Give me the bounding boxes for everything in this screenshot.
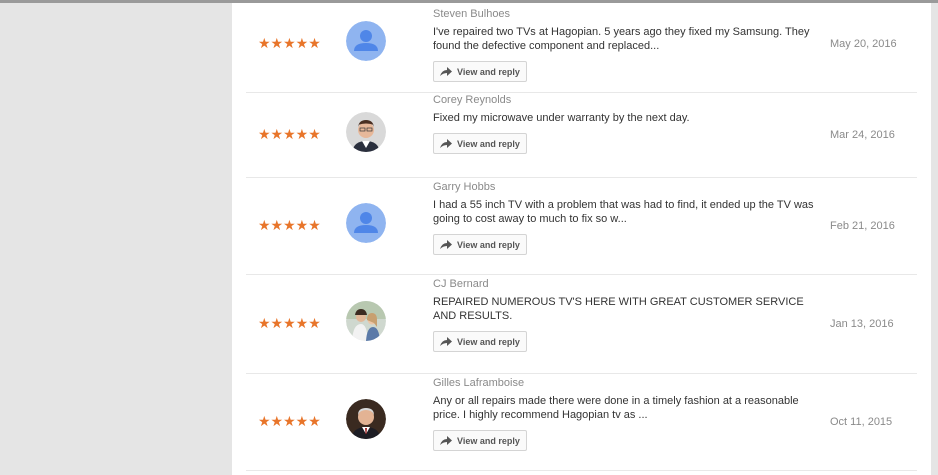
view-and-reply-button[interactable]: View and reply bbox=[433, 133, 527, 154]
review-item: ★★★★★ Garry Hobbs I had a 55 inch TV wit… bbox=[246, 178, 917, 275]
review-author: Corey Reynolds bbox=[433, 94, 512, 106]
review-date: Feb 21, 2016 bbox=[830, 220, 895, 232]
review-date: Mar 24, 2016 bbox=[830, 129, 895, 141]
star-rating: ★★★★★ bbox=[258, 127, 321, 143]
review-author: Steven Bulhoes bbox=[433, 8, 511, 20]
view-and-reply-button[interactable]: View and reply bbox=[433, 331, 527, 352]
left-sidebar-background bbox=[0, 3, 232, 475]
view-and-reply-button[interactable]: View and reply bbox=[433, 234, 527, 255]
view-and-reply-label: View and reply bbox=[457, 239, 520, 250]
profile-photo bbox=[346, 399, 386, 439]
reply-arrow-icon bbox=[440, 336, 452, 346]
view-and-reply-label: View and reply bbox=[457, 66, 520, 77]
default-avatar-icon bbox=[346, 21, 386, 61]
review-author: Gilles Laframboise bbox=[433, 377, 525, 389]
review-text: Any or all repairs made there were done … bbox=[433, 395, 799, 421]
view-and-reply-button[interactable]: View and reply bbox=[433, 430, 527, 451]
default-avatar-icon bbox=[346, 203, 386, 243]
reply-arrow-icon bbox=[440, 138, 452, 148]
reply-arrow-icon bbox=[440, 239, 452, 249]
review-text: I've repaired two TVs at Hagopian. 5 yea… bbox=[433, 26, 810, 52]
profile-photo bbox=[346, 301, 386, 341]
review-text: Fixed my microwave under warranty by the… bbox=[433, 112, 690, 124]
review-date: Oct 11, 2015 bbox=[830, 416, 893, 428]
right-gutter bbox=[931, 3, 938, 475]
review-list: ★★★★★ Steven Bulhoes I've repaired two T… bbox=[246, 3, 917, 471]
review-item: ★★★★★ Steven Bulhoes I've repaired two T… bbox=[246, 3, 917, 93]
review-text: REPAIRED NUMEROUS TV'S HERE WITH GREAT C… bbox=[433, 296, 804, 322]
review-date: May 20, 2016 bbox=[830, 38, 897, 50]
review-text: I had a 55 inch TV with a problem that w… bbox=[433, 199, 814, 225]
star-rating: ★★★★★ bbox=[258, 316, 321, 332]
star-rating: ★★★★★ bbox=[258, 414, 321, 430]
review-author: CJ Bernard bbox=[433, 278, 489, 290]
review-item: ★★★★★ Gilles Laframboise Any or all repa… bbox=[246, 374, 917, 471]
review-item: ★★★★★ CJ Bernard REPAIRED NUMEROUS TV'S … bbox=[246, 275, 917, 374]
review-date: Jan 13, 2016 bbox=[830, 318, 894, 330]
view-and-reply-label: View and reply bbox=[457, 435, 520, 446]
reply-arrow-icon bbox=[440, 435, 452, 445]
view-and-reply-label: View and reply bbox=[457, 336, 520, 347]
profile-photo bbox=[346, 112, 386, 152]
review-item: ★★★★★ Corey Reynolds Fixed my microwave … bbox=[246, 93, 917, 178]
reply-arrow-icon bbox=[440, 66, 452, 76]
reviews-panel: ★★★★★ Steven Bulhoes I've repaired two T… bbox=[232, 3, 931, 475]
star-rating: ★★★★★ bbox=[258, 36, 321, 52]
review-author: Garry Hobbs bbox=[433, 181, 496, 193]
view-and-reply-button[interactable]: View and reply bbox=[433, 61, 527, 82]
star-rating: ★★★★★ bbox=[258, 218, 321, 234]
view-and-reply-label: View and reply bbox=[457, 138, 520, 149]
